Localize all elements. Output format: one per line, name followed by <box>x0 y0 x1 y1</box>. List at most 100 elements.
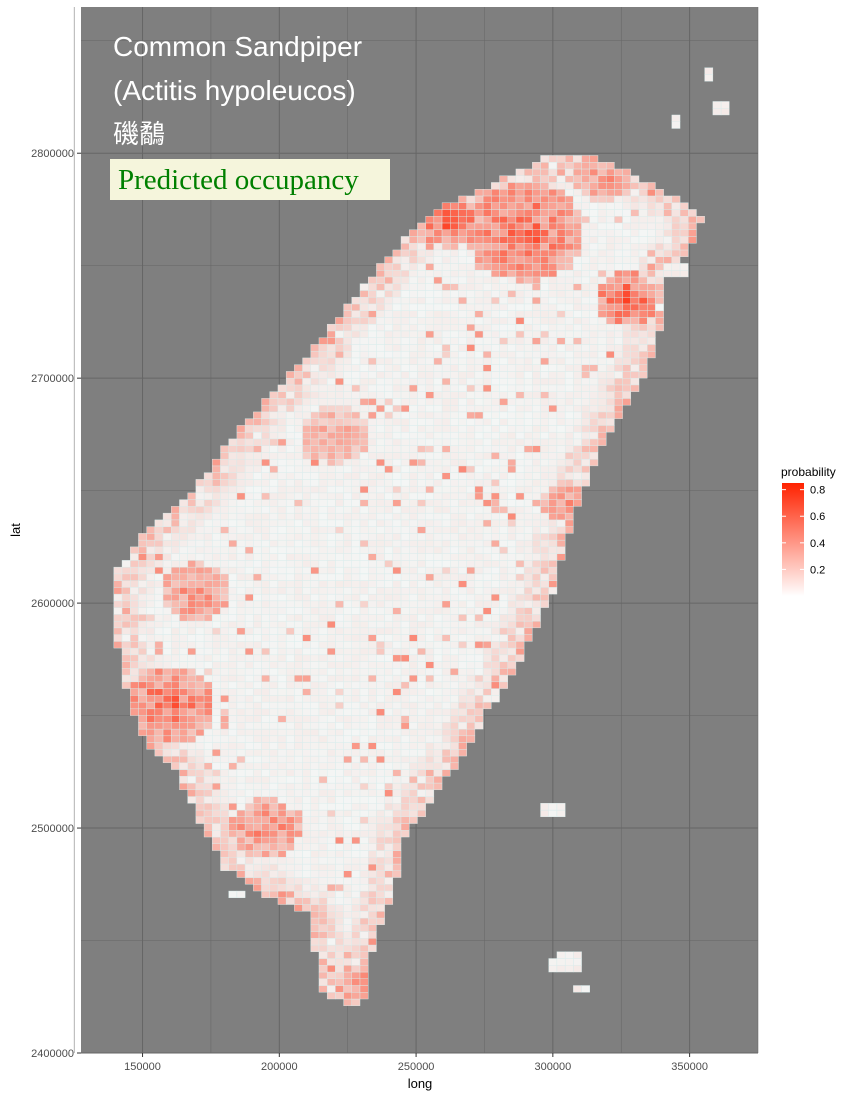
probability-cell <box>162 560 172 568</box>
probability-cell <box>146 566 156 575</box>
probability-cell <box>499 425 508 433</box>
probability-cell <box>154 627 164 635</box>
probability-cell <box>663 256 673 264</box>
probability-cell <box>310 398 320 406</box>
probability-cell <box>310 404 320 413</box>
probability-cell <box>343 857 352 865</box>
probability-cell <box>655 229 664 237</box>
probability-cell <box>277 708 287 716</box>
probability-cell <box>450 323 459 332</box>
probability-cell <box>318 587 328 595</box>
probability-cell <box>523 263 533 271</box>
probability-cell <box>376 620 385 629</box>
probability-cell <box>351 620 361 629</box>
probability-cell <box>261 627 270 635</box>
probability-cell <box>433 681 443 689</box>
probability-cell <box>318 816 328 824</box>
probability-cell <box>162 708 172 716</box>
probability-cell <box>532 418 541 426</box>
probability-cell <box>179 728 188 737</box>
probability-cell <box>179 553 188 561</box>
probability-cell <box>441 310 451 318</box>
probability-cell <box>195 560 205 568</box>
probability-cell <box>162 519 172 527</box>
probability-cell <box>212 654 221 662</box>
probability-cell <box>368 938 377 946</box>
probability-cell <box>294 688 303 696</box>
probability-cell <box>376 661 385 669</box>
probability-cell <box>269 519 279 527</box>
probability-cell <box>277 782 287 791</box>
probability-cell <box>499 465 508 473</box>
probability-cell <box>515 256 525 264</box>
probability-cell <box>409 769 418 777</box>
probability-cell <box>203 607 213 615</box>
probability-cell <box>195 512 205 521</box>
probability-cell <box>302 890 311 898</box>
probability-cell <box>228 755 238 764</box>
probability-cell <box>392 863 402 871</box>
probability-cell <box>326 722 336 730</box>
probability-cell <box>540 222 549 230</box>
probability-cell <box>261 492 270 500</box>
probability-cell <box>482 485 492 494</box>
probability-cell <box>212 735 221 743</box>
probability-cell <box>532 364 541 372</box>
probability-cell <box>343 371 352 379</box>
probability-cell <box>113 634 123 642</box>
probability-cell <box>605 222 615 230</box>
probability-cell <box>154 668 164 676</box>
probability-cell <box>384 614 394 622</box>
probability-cell <box>351 904 361 912</box>
probability-cell <box>556 951 566 959</box>
probability-cell <box>441 215 451 224</box>
probability-cell <box>335 512 344 521</box>
probability-cell <box>425 708 435 716</box>
probability-cell <box>409 445 418 453</box>
probability-cell <box>220 789 229 797</box>
probability-cell <box>326 391 336 399</box>
probability-cell <box>458 519 467 527</box>
probability-cell <box>326 951 336 959</box>
probability-cell <box>368 897 377 905</box>
probability-cell <box>441 600 451 608</box>
probability-cell <box>499 215 508 224</box>
probability-cell <box>499 384 508 392</box>
probability-cell <box>138 654 147 662</box>
probability-cell <box>482 634 492 642</box>
probability-cell <box>236 506 246 514</box>
probability-cell <box>277 654 287 662</box>
probability-cell <box>203 769 213 777</box>
probability-cell <box>507 350 517 359</box>
probability-cell <box>466 668 476 676</box>
probability-cell <box>376 310 385 318</box>
probability-cell <box>368 769 377 777</box>
probability-cell <box>146 546 156 554</box>
probability-cell <box>605 317 615 325</box>
probability-cell <box>310 803 320 811</box>
probability-cell <box>491 506 500 514</box>
probability-cell <box>368 371 377 379</box>
probability-cell <box>335 317 344 325</box>
probability-cell <box>507 411 517 419</box>
probability-cell <box>335 870 344 878</box>
probability-cell <box>548 182 558 190</box>
probability-cell <box>384 499 394 507</box>
probability-cell <box>638 189 648 197</box>
probability-cell <box>507 641 517 649</box>
probability-cell <box>564 249 574 257</box>
probability-cell <box>523 519 533 527</box>
probability-cell <box>417 398 426 406</box>
probability-cell <box>474 492 484 500</box>
probability-cell <box>556 452 566 460</box>
probability-cell <box>548 492 558 500</box>
probability-cell <box>326 890 336 898</box>
probability-cell <box>244 708 254 716</box>
probability-cell <box>310 674 320 683</box>
probability-cell <box>482 566 492 575</box>
probability-cell <box>433 242 443 251</box>
probability-cell <box>647 296 656 305</box>
probability-cell <box>433 283 443 291</box>
probability-cell <box>368 674 377 683</box>
probability-cell <box>343 472 352 480</box>
